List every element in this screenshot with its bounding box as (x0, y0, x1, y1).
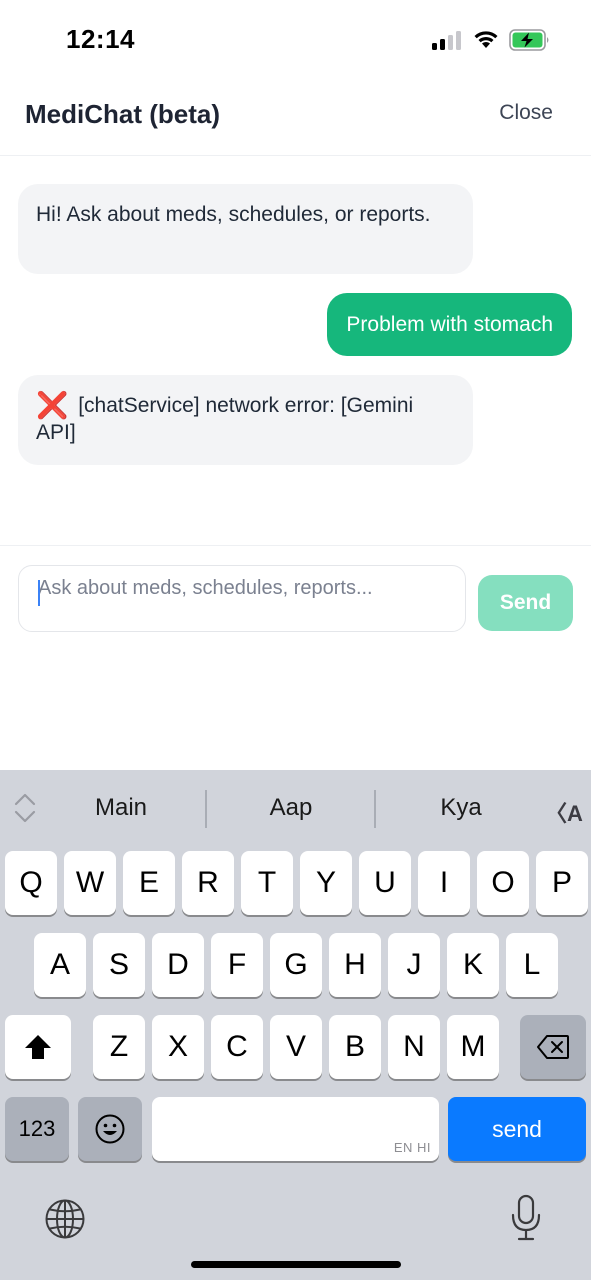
emoji-key[interactable] (78, 1097, 142, 1161)
suggestion-bar: Main Aap Kya 〈A (0, 770, 591, 850)
shift-icon (25, 1035, 51, 1059)
backspace-key[interactable] (520, 1015, 586, 1079)
key-x[interactable]: X (152, 1015, 204, 1079)
status-bar: 12:14 (0, 0, 591, 80)
emoji-icon (95, 1114, 125, 1144)
translate-icon[interactable]: 〈A (545, 796, 583, 828)
shift-key[interactable] (5, 1015, 71, 1079)
expand-suggestions-icon[interactable] (14, 792, 36, 824)
space-language-label: EN HI (393, 1140, 431, 1155)
numbers-key[interactable]: 123 (5, 1097, 69, 1161)
divider (205, 790, 207, 828)
bot-message: Hi! Ask about meds, schedules, or report… (18, 184, 473, 274)
key-o[interactable]: O (477, 851, 529, 915)
keyboard-send-key[interactable]: send (448, 1097, 586, 1161)
key-w[interactable]: W (64, 851, 116, 915)
key-u[interactable]: U (359, 851, 411, 915)
battery-charging-icon (509, 29, 549, 51)
divider (374, 790, 376, 828)
suggestion-item[interactable]: Kya (386, 794, 536, 822)
suggestion-item[interactable]: Main (46, 794, 196, 822)
chat-header: MediChat (beta) Close (0, 80, 591, 156)
suggestion-item[interactable]: Aap (216, 794, 366, 822)
text-caret (38, 580, 40, 606)
error-message: ❌ [chatService] network error: [Gemini A… (18, 375, 473, 465)
page-title: MediChat (beta) (25, 99, 220, 129)
home-indicator[interactable] (191, 1261, 401, 1268)
globe-icon[interactable] (44, 1198, 86, 1240)
cellular-signal-icon (432, 30, 462, 50)
key-p[interactable]: P (536, 851, 588, 915)
message-list[interactable]: Hi! Ask about meds, schedules, or report… (0, 157, 591, 545)
key-a[interactable]: A (34, 933, 86, 997)
key-y[interactable]: Y (300, 851, 352, 915)
key-l[interactable]: L (506, 933, 558, 997)
backspace-icon (537, 1035, 569, 1059)
key-g[interactable]: G (270, 933, 322, 997)
key-z[interactable]: Z (93, 1015, 145, 1079)
key-h[interactable]: H (329, 933, 381, 997)
status-time: 12:14 (66, 24, 135, 54)
key-d[interactable]: D (152, 933, 204, 997)
message-text: Problem with stomach (346, 313, 553, 336)
message-input[interactable] (18, 565, 466, 632)
send-button[interactable]: Send (478, 575, 573, 631)
key-i[interactable]: I (418, 851, 470, 915)
key-b[interactable]: B (329, 1015, 381, 1079)
key-q[interactable]: Q (5, 851, 57, 915)
key-n[interactable]: N (388, 1015, 440, 1079)
space-key[interactable]: EN HI (152, 1097, 439, 1161)
composer: Send (0, 545, 591, 770)
key-t[interactable]: T (241, 851, 293, 915)
message-text: Hi! Ask about meds, schedules, or report… (36, 203, 431, 226)
user-message: Problem with stomach (327, 293, 572, 356)
key-k[interactable]: K (447, 933, 499, 997)
key-j[interactable]: J (388, 933, 440, 997)
key-s[interactable]: S (93, 933, 145, 997)
key-m[interactable]: M (447, 1015, 499, 1079)
cross-mark-icon: ❌ (36, 390, 69, 420)
close-button[interactable]: Close (499, 101, 553, 125)
key-v[interactable]: V (270, 1015, 322, 1079)
key-e[interactable]: E (123, 851, 175, 915)
on-screen-keyboard: Main Aap Kya 〈A Q W E R T Y U I O P A S … (0, 770, 591, 1280)
microphone-icon[interactable] (510, 1194, 542, 1242)
key-f[interactable]: F (211, 933, 263, 997)
wifi-icon (474, 31, 498, 48)
key-c[interactable]: C (211, 1015, 263, 1079)
message-text: [chatService] network error: [Gemini API… (36, 394, 414, 444)
key-r[interactable]: R (182, 851, 234, 915)
